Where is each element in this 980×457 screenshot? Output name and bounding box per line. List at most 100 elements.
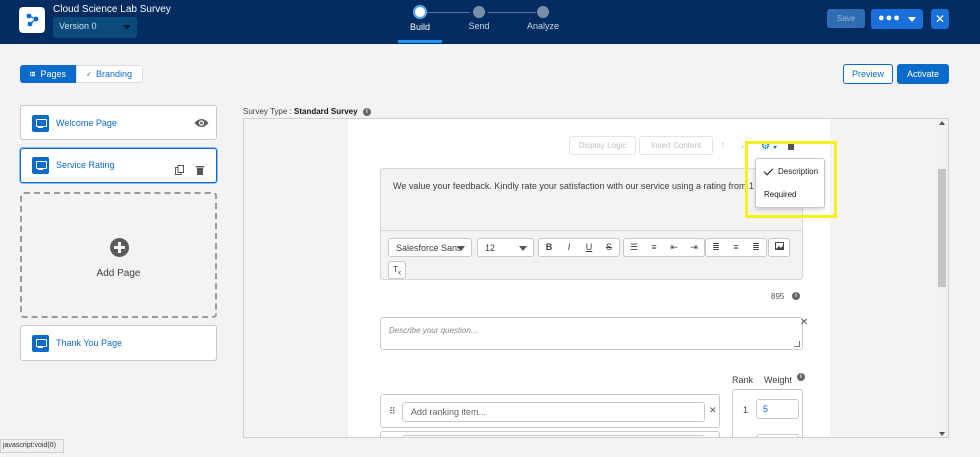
image-group [768,238,790,257]
trash-icon[interactable] [196,165,204,175]
align-center-icon[interactable]: ≡ [726,239,746,256]
branding-tab-label: Branding [95,69,132,79]
weight-input[interactable]: 5 [756,399,799,419]
page-icon [32,115,49,132]
align-right-icon[interactable]: ≣ [746,239,766,256]
info-icon[interactable]: i [797,373,805,381]
close-button[interactable]: ✕ [931,9,949,29]
scroll-down-icon[interactable] [939,432,945,436]
scrollbar[interactable] [936,119,948,437]
step-build[interactable]: Build [390,0,450,44]
add-page-label: Add Page [96,268,141,279]
scroll-thumb[interactable] [938,169,946,287]
font-size-value: 12 [485,243,496,253]
page-card-thank-you[interactable]: Thank You Page [20,325,217,361]
highlight-box [745,141,837,218]
font-family-select[interactable]: Salesforce Sans [388,238,472,257]
ranking-item-placeholder: Add ranking item... [411,407,487,417]
underline-icon[interactable]: U [579,239,599,256]
weight-input[interactable] [756,434,799,437]
rank-header: Rank [732,375,754,385]
info-icon[interactable]: i [792,292,800,300]
page-label: Thank You Page [56,338,123,348]
preview-button[interactable]: Preview [843,64,893,84]
list-format-group: ☰ ≡ ⇤ ⇥ [623,238,705,257]
indent-icon[interactable]: ⇥ [684,239,704,256]
more-icon: ●●● [878,12,901,24]
scroll-up-icon[interactable] [939,121,945,125]
rich-text-toolbar: Salesforce Sans 12 B I U S ☰ ≡ ⇤ ⇥ ≣ ≡ ≣… [381,230,802,280]
page-card-service-rating[interactable]: Service Rating [20,148,217,183]
bold-icon[interactable]: B [539,239,559,256]
chevron-down-icon [457,246,465,251]
bulleted-list-icon[interactable]: ☰ [624,239,644,256]
step-indicator-icon [473,6,485,18]
app-title: Cloud Science Lab Survey [53,4,171,15]
view-toggle: Pages Branding [20,65,143,83]
step-send[interactable]: Send [449,0,509,44]
question-text-editor[interactable]: We value your feedback. Kindly rate your… [380,168,803,280]
page-icon [32,157,49,174]
arrow-up-icon[interactable]: ↑ [720,140,725,151]
page-label: Service Rating [56,160,115,170]
font-size-select[interactable]: 12 [477,238,534,257]
more-actions-button[interactable]: ●●● [871,9,923,29]
numbered-list-icon[interactable]: ≡ [644,239,664,256]
step-label: Build [409,22,430,32]
drag-handle-icon[interactable]: ⠿ [389,406,396,417]
clear-formatting-icon[interactable]: Tx [388,261,406,279]
list-icon [30,71,36,77]
chevron-down-icon [123,25,131,30]
weight-column: 1 5 [732,389,803,437]
page-card-welcome[interactable]: Welcome Page [20,105,217,140]
weight-header: Weight [764,375,792,385]
description-input[interactable]: Describe your question... [380,317,803,350]
chevron-down-icon [519,246,527,251]
close-icon[interactable]: ✕ [800,317,808,328]
insert-content-button[interactable]: Insert Content [639,136,713,155]
add-page-button[interactable]: Add Page [20,192,217,318]
align-left-icon[interactable]: ≣ [706,239,726,256]
text-format-group: B I U S [538,238,620,257]
step-label: Send [468,21,490,31]
survey-type: Survey Type : Standard Survey i [243,107,371,116]
survey-canvas-panel: Display Logic Insert Content ↑ ↓ ⚙ We va… [243,118,949,438]
version-label: Version 0 [59,21,97,31]
close-icon[interactable]: ✕ [709,405,717,416]
version-select[interactable]: Version 0 [53,17,137,38]
pages-tab-label: Pages [40,69,66,79]
page-icon [32,335,49,352]
alignment-group: ≣ ≡ ≣ [705,238,767,257]
outdent-icon[interactable]: ⇤ [664,239,684,256]
step-analyze[interactable]: Analyze [513,0,573,44]
save-button[interactable]: Save [827,9,865,28]
italic-icon[interactable]: I [559,239,579,256]
display-logic-button[interactable]: Display Logic [569,136,636,155]
branding-tab[interactable]: Branding [76,65,143,83]
step-label: Analyze [526,21,560,31]
activate-button[interactable]: Activate [897,64,949,84]
step-indicator-icon [537,6,549,18]
page-label: Welcome Page [56,118,117,128]
survey-type-label: Survey Type : [243,107,292,116]
ranking-item-row [380,431,720,437]
ranking-item-input[interactable] [402,435,705,437]
step-indicator-icon [413,5,427,19]
image-icon[interactable] [769,239,789,256]
eye-icon[interactable] [194,118,209,128]
rank-number: 1 [743,405,749,415]
pages-tab[interactable]: Pages [20,65,76,83]
chevron-down-icon [908,17,916,22]
app-logo-icon [19,7,45,33]
ranking-item-row: ⠿ Add ranking item... ✕ [380,394,720,428]
ranking-item-input[interactable]: Add ranking item... [402,402,705,422]
strikethrough-icon[interactable]: S [599,239,619,256]
description-placeholder: Describe your question... [389,326,478,335]
weight-value: 5 [763,404,769,414]
font-family-value: Salesforce Sans [396,243,462,253]
copy-icon[interactable] [175,165,184,175]
brush-icon [87,72,91,76]
character-count: 895 [771,292,785,301]
question-text[interactable]: We value your feedback. Kindly rate your… [393,181,788,191]
info-icon[interactable]: i [362,107,371,116]
